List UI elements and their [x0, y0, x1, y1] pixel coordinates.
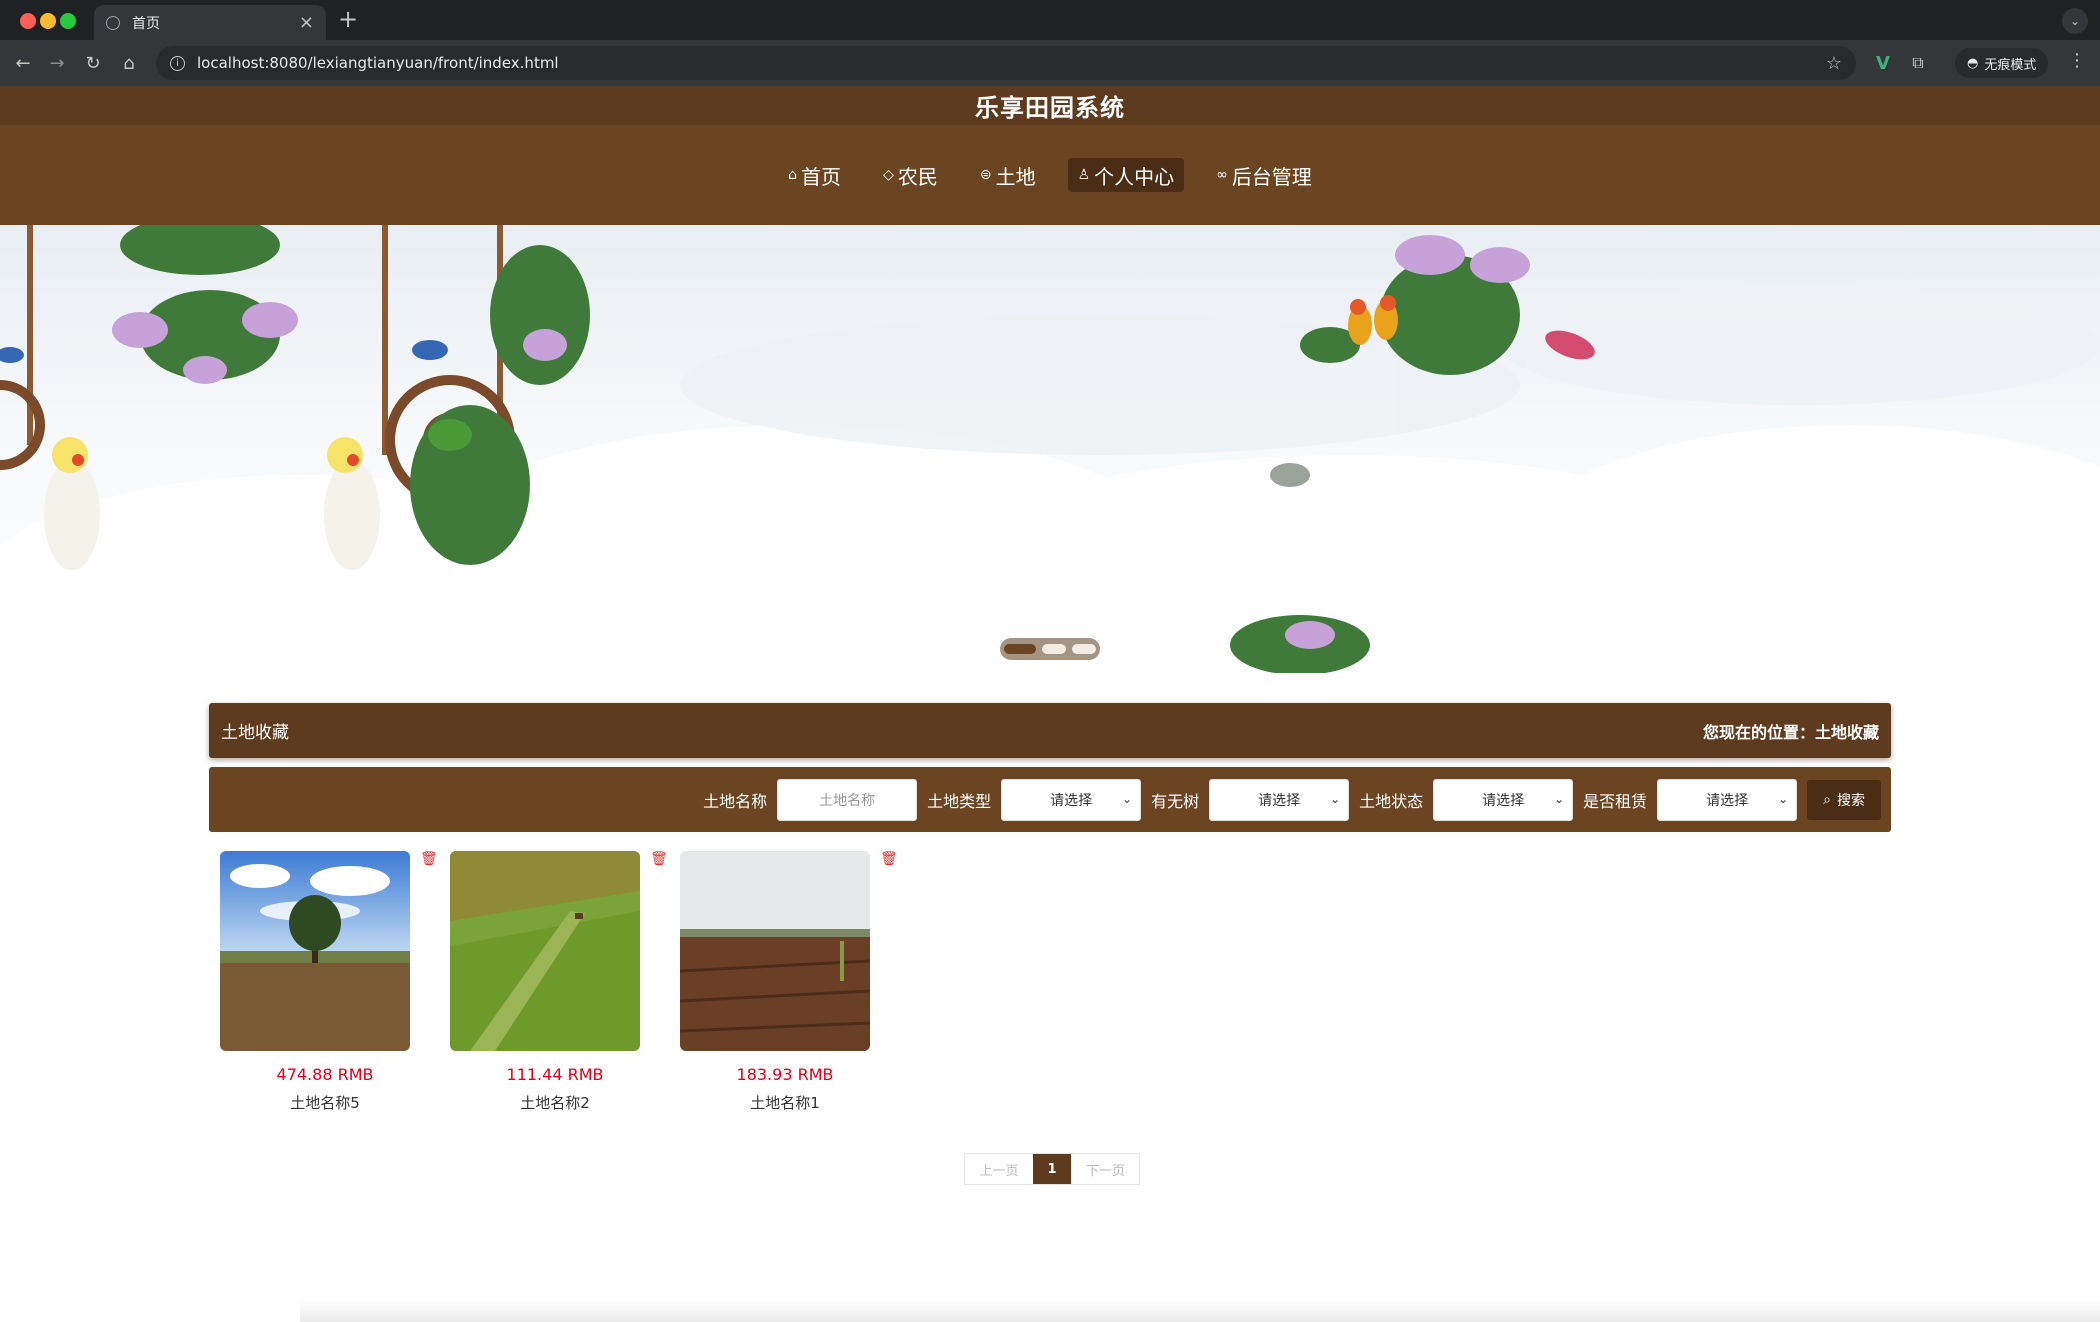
user-icon: ♙	[1077, 167, 1091, 183]
trash-icon[interactable]: 🗑	[880, 851, 898, 867]
vue-devtools-icon[interactable]: V	[1870, 50, 1896, 76]
land-name-label: 土地名称	[703, 791, 768, 811]
back-icon[interactable]: ←	[10, 50, 36, 76]
select-value: 请选择	[1706, 792, 1749, 809]
nav-label: 农民	[897, 164, 938, 189]
search-button-label: 搜索	[1837, 792, 1865, 809]
nav-item-farmer[interactable]: ◇ 农民	[873, 158, 948, 192]
land-card[interactable]: 🗑 474.88 RMB 土地名称5	[220, 851, 438, 1113]
carousel-indicators	[1000, 638, 1100, 660]
search-button[interactable]: ⌕ 搜索	[1807, 779, 1881, 820]
nav-item-land[interactable]: ⊜ 土地	[970, 158, 1046, 192]
footer-shadow	[300, 1300, 2100, 1322]
carousel-dot[interactable]	[1072, 644, 1096, 654]
nav-item-home[interactable]: ⌂ 首页	[778, 158, 851, 192]
nav-item-personal-center[interactable]: ♙ 个人中心	[1067, 158, 1185, 192]
site-info-icon[interactable]: i	[170, 55, 185, 71]
carousel-dot[interactable]	[1004, 644, 1036, 654]
banner-image	[0, 225, 2100, 673]
banner-carousel[interactable]	[0, 225, 2100, 673]
land-icon: ⊜	[979, 167, 992, 183]
trash-icon[interactable]: 🗑	[420, 851, 438, 867]
select-value: 请选择	[1050, 792, 1093, 809]
land-price: 111.44 RMB	[506, 1065, 604, 1084]
close-tab-icon[interactable]: ×	[299, 13, 314, 32]
trash-icon[interactable]: 🗑	[650, 851, 668, 867]
home-icon: ⌂	[788, 167, 798, 183]
prev-page-button[interactable]: 上一页	[965, 1154, 1033, 1184]
search-icon: ⌕	[1823, 791, 1831, 808]
land-name-input[interactable]: 土地名称	[777, 778, 918, 821]
incognito-badge[interactable]: ◓ 无痕模式	[1955, 48, 2049, 78]
land-status-label: 土地状态	[1359, 791, 1424, 811]
main-nav: ⌂ 首页 ◇ 农民 ⊜ 土地 ♙ 个人中心 ∞ 后台管理	[0, 125, 2100, 225]
incognito-label: 无痕模式	[1984, 57, 2037, 73]
chevron-down-icon: ⌄	[1778, 791, 1789, 806]
land-price: 474.88 RMB	[276, 1065, 374, 1084]
home-browser-icon[interactable]: ⌂	[116, 50, 142, 76]
nav-label: 后台管理	[1231, 164, 1312, 189]
minimize-window-button[interactable]	[40, 13, 56, 29]
land-image[interactable]	[680, 851, 870, 1051]
breadcrumb: 您现在的位置：土地收藏	[1702, 722, 1879, 742]
tree-label: 有无树	[1151, 791, 1200, 811]
land-type-select[interactable]: 请选择 ⌄	[1001, 778, 1142, 821]
browser-tab[interactable]: 首页 ×	[94, 5, 326, 40]
nav-label: 个人中心	[1094, 164, 1175, 189]
pagination: 上一页 1 下一页	[964, 1153, 1140, 1185]
section-title: 土地收藏	[221, 723, 289, 743]
forward-icon[interactable]: →	[44, 50, 70, 76]
browser-menu-icon[interactable]: ⋮	[2068, 50, 2086, 71]
bookmark-star-icon[interactable]: ☆	[1826, 53, 1842, 74]
rent-label: 是否租赁	[1583, 791, 1648, 811]
nav-item-admin[interactable]: ∞ 后台管理	[1206, 158, 1322, 192]
maximize-window-button[interactable]	[60, 13, 76, 29]
link-icon: ∞	[1216, 167, 1228, 183]
browser-tab-bar: 首页 × + ⌄	[0, 0, 2100, 40]
tab-title: 首页	[132, 15, 160, 32]
app-title: 乐享田园系统	[975, 94, 1125, 122]
select-value: 请选择	[1258, 792, 1301, 809]
reload-icon[interactable]: ↻	[80, 50, 106, 76]
rent-select[interactable]: 请选择 ⌄	[1657, 778, 1798, 821]
globe-icon	[106, 15, 120, 30]
nav-label: 首页	[801, 164, 842, 189]
tree-select[interactable]: 请选择 ⌄	[1209, 778, 1350, 821]
land-price: 183.93 RMB	[736, 1065, 834, 1084]
chevron-down-icon: ⌄	[1122, 791, 1133, 806]
address-bar[interactable]: i localhost:8080/lexiangtianyuan/front/i…	[156, 46, 1856, 80]
land-image[interactable]	[220, 851, 410, 1051]
extensions-icon[interactable]: ⧉	[1905, 50, 1931, 76]
tag-icon: ◇	[883, 167, 894, 183]
nav-label: 土地	[995, 164, 1036, 189]
next-page-button[interactable]: 下一页	[1071, 1154, 1139, 1184]
page-number-button[interactable]: 1	[1033, 1154, 1071, 1184]
land-type-label: 土地类型	[927, 791, 992, 811]
close-window-button[interactable]	[20, 13, 36, 29]
land-name[interactable]: 土地名称1	[680, 1092, 870, 1113]
app-header: 乐享田园系统	[0, 86, 2100, 125]
land-card[interactable]: 🗑 183.93 RMB 土地名称1	[680, 851, 898, 1113]
chevron-down-icon: ⌄	[1554, 791, 1565, 806]
new-tab-button[interactable]: +	[338, 7, 358, 31]
url-text: localhost:8080/lexiangtianyuan/front/ind…	[197, 54, 559, 72]
search-form: 土地名称 土地名称 土地类型 请选择 ⌄ 有无树 请选择 ⌄ 土地状态 请选择 …	[209, 767, 1891, 832]
land-image[interactable]	[450, 851, 640, 1051]
land-name[interactable]: 土地名称5	[220, 1092, 410, 1113]
section-header: 土地收藏 您现在的位置：土地收藏	[209, 703, 1891, 758]
land-name[interactable]: 土地名称2	[450, 1092, 640, 1113]
land-status-select[interactable]: 请选择 ⌄	[1433, 778, 1574, 821]
tab-search-icon[interactable]: ⌄	[2062, 8, 2088, 34]
chevron-down-icon: ⌄	[1330, 791, 1341, 806]
land-card[interactable]: 🗑 111.44 RMB 土地名称2	[450, 851, 668, 1113]
select-value: 请选择	[1482, 792, 1525, 809]
incognito-icon: ◓	[1967, 55, 1979, 71]
carousel-dot[interactable]	[1042, 644, 1066, 654]
browser-toolbar: ← → ↻ ⌂ i localhost:8080/lexiangtianyuan…	[0, 40, 2100, 86]
